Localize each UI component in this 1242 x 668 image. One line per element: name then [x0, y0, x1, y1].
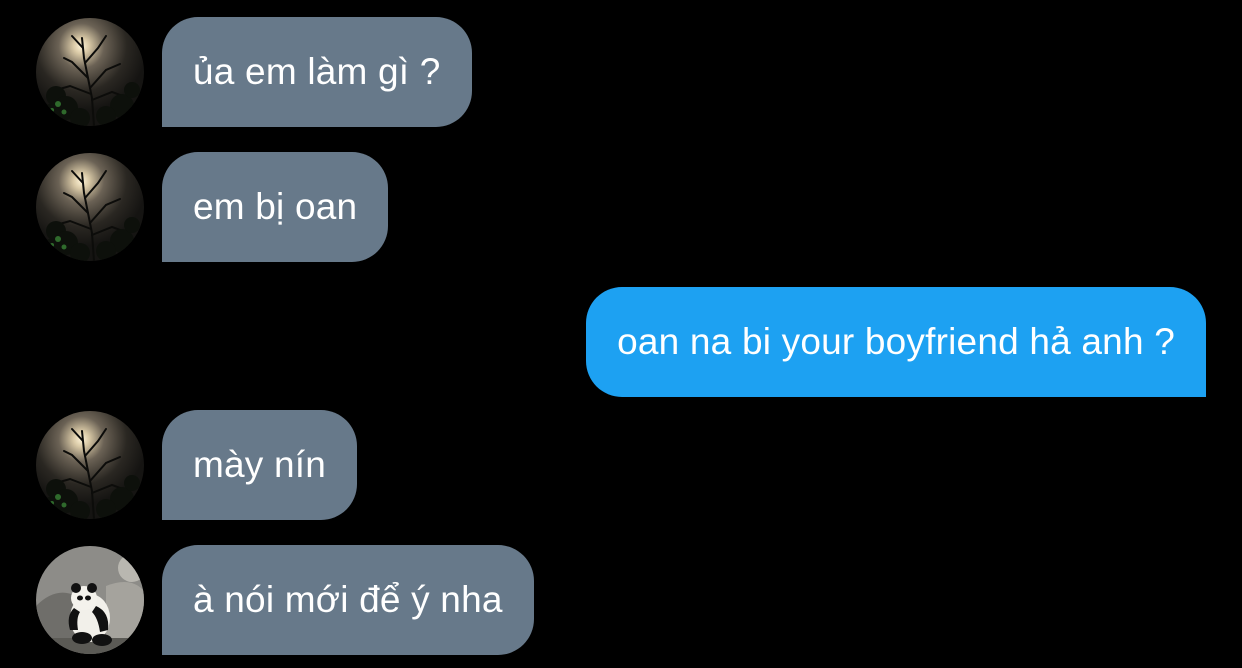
message-row: em bị oan — [0, 152, 1242, 262]
night-tree-moon-avatar-image — [36, 411, 144, 519]
outgoing-message-bubble[interactable]: oan na bi your boyfriend hả anh ? — [586, 287, 1206, 397]
message-row: ủa em làm gì ? — [0, 17, 1242, 127]
night-tree-moon-avatar-image — [36, 153, 144, 261]
avatar[interactable] — [36, 411, 144, 519]
incoming-message-bubble[interactable]: em bị oan — [162, 152, 389, 262]
incoming-message-bubble[interactable]: à nói mới để ý nha — [162, 545, 534, 655]
incoming-message-bubble[interactable]: ủa em làm gì ? — [162, 17, 472, 127]
message-row: à nói mới để ý nha — [0, 545, 1242, 655]
incoming-message-bubble[interactable]: mày nín — [162, 410, 358, 520]
night-tree-moon-avatar-image — [36, 18, 144, 126]
avatar[interactable] — [36, 18, 144, 126]
panda-avatar-image — [36, 546, 144, 654]
avatar[interactable] — [36, 546, 144, 654]
message-row: oan na bi your boyfriend hả anh ? — [0, 287, 1242, 397]
avatar[interactable] — [36, 153, 144, 261]
message-row: mày nín — [0, 410, 1242, 520]
